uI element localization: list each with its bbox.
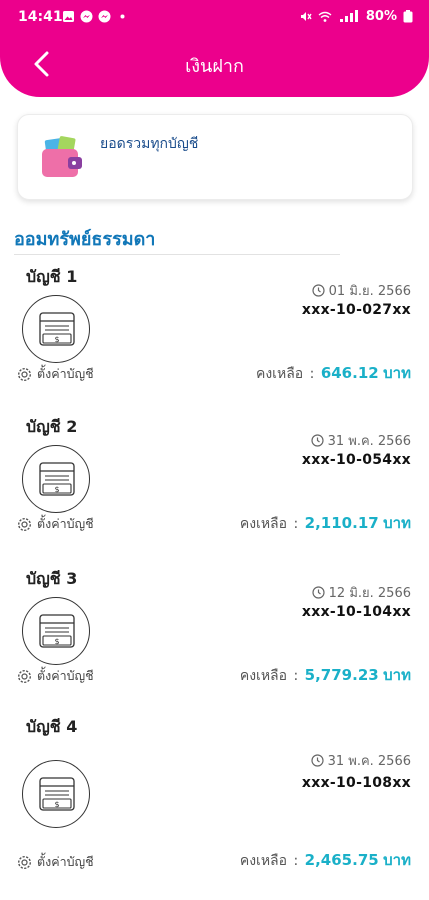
wifi-icon: [318, 11, 332, 22]
status-time: 14:41: [18, 9, 63, 25]
total-balance-label: ยอดรวมทุกบัญชี: [100, 136, 199, 152]
clock-icon: [312, 586, 325, 599]
bank-book-icon: $: [22, 295, 90, 363]
account-date-text: 12 มิ.ย. 2566: [328, 586, 411, 601]
account-number: xxx-10-104xx: [301, 604, 411, 620]
gear-icon: [17, 517, 32, 531]
account-settings-label: ตั้งค่าบัญชี: [37, 668, 94, 683]
messenger-icon: [80, 10, 93, 23]
account-balance: คงเหลือ : 5,779.23 บาท: [240, 663, 411, 687]
balance-label: คงเหลือ: [255, 366, 304, 382]
balance-colon: :: [309, 366, 315, 382]
account-settings-label: ตั้งค่าบัญชี: [37, 366, 94, 381]
balance-amount: 2,465.75: [304, 851, 379, 869]
account-date: 12 มิ.ย. 2566: [312, 582, 411, 603]
balance-colon: :: [293, 668, 299, 684]
bank-book-icon: $: [22, 760, 90, 828]
balance-currency: บาท: [383, 851, 411, 869]
bank-book-icon: $: [22, 597, 90, 665]
account-balance: คงเหลือ : 2,465.75 บาท: [240, 848, 411, 872]
account-date: 31 พ.ค. 2566: [310, 430, 411, 451]
account-name: บัญชี 1: [26, 267, 78, 286]
account-name: บัญชี 3: [26, 569, 78, 588]
balance-amount: 5,779.23: [304, 666, 379, 684]
balance-currency: บาท: [383, 666, 411, 684]
account-balance: คงเหลือ : 2,110.17 บาท: [240, 511, 411, 535]
account-date-text: 01 มิ.ย. 2566: [328, 284, 411, 299]
account-settings-button[interactable]: ตั้งค่าบัญชี: [17, 852, 94, 872]
svg-text:$: $: [54, 335, 59, 344]
status-right: 80%: [299, 9, 413, 24]
messenger-icon: [98, 10, 111, 23]
account-card[interactable]: บัญชี 2 $ 31 พ.ค. 2566 xxx-10-054xx ตั้ง…: [0, 415, 429, 565]
gallery-icon: [63, 11, 74, 22]
balance-label: คงเหลือ: [239, 516, 288, 532]
notification-icons: [62, 10, 129, 23]
total-balance-card[interactable]: ยอดรวมทุกบัญชี: [17, 114, 413, 200]
app-header: 14:41 80% เงินฝาก: [0, 0, 429, 97]
dot-icon: [120, 14, 125, 19]
page-title: เงินฝาก: [185, 56, 244, 77]
clock-icon: [312, 284, 325, 297]
account-number: xxx-10-054xx: [301, 452, 411, 468]
account-number: xxx-10-027xx: [301, 302, 411, 318]
account-date: 31 พ.ค. 2566: [310, 750, 411, 771]
svg-text:$: $: [54, 800, 59, 809]
account-number: xxx-10-108xx: [301, 775, 411, 791]
battery-percent: 80%: [365, 9, 397, 24]
gear-icon: [17, 367, 32, 381]
account-settings-label: ตั้งค่าบัญชี: [37, 516, 94, 531]
signal-icon: [339, 10, 358, 22]
mute-icon: [300, 12, 312, 21]
account-name: บัญชี 2: [26, 417, 78, 436]
account-settings-label: ตั้งค่าบัญชี: [37, 854, 94, 869]
section-divider: [14, 254, 340, 255]
balance-colon: :: [293, 516, 299, 532]
gear-icon: [17, 855, 32, 869]
account-settings-button[interactable]: ตั้งค่าบัญชี: [17, 364, 94, 384]
account-card[interactable]: บัญชี 1 $ 01 มิ.ย. 2566 xxx-10-027xx ตั้…: [0, 265, 429, 415]
battery-icon: [403, 10, 413, 23]
account-name: บัญชี 4: [26, 717, 78, 736]
gear-icon: [17, 669, 32, 683]
account-settings-button[interactable]: ตั้งค่าบัญชี: [17, 514, 94, 534]
bank-book-icon: $: [22, 445, 90, 513]
balance-currency: บาท: [383, 364, 411, 382]
balance-amount: 2,110.17: [304, 514, 379, 532]
balance-currency: บาท: [383, 514, 411, 532]
status-bar: 14:41 80%: [0, 0, 429, 36]
balance-label: คงเหลือ: [239, 668, 288, 684]
account-settings-button[interactable]: ตั้งค่าบัญชี: [17, 666, 94, 686]
svg-text:$: $: [54, 637, 59, 646]
account-balance: คงเหลือ : 646.12 บาท: [256, 361, 411, 385]
account-card[interactable]: บัญชี 3 $ 12 มิ.ย. 2566 xxx-10-104xx ตั้…: [0, 567, 429, 717]
svg-text:$: $: [54, 485, 59, 494]
balance-amount: 646.12: [320, 364, 379, 382]
balance-colon: :: [293, 853, 299, 869]
account-date-text: 31 พ.ค. 2566: [327, 434, 411, 449]
wallet-icon: [42, 136, 82, 177]
account-date: 01 มิ.ย. 2566: [312, 280, 411, 301]
section-title: ออมทรัพย์ธรรมดา: [14, 229, 156, 250]
account-date-text: 31 พ.ค. 2566: [327, 754, 411, 769]
balance-label: คงเหลือ: [239, 853, 288, 869]
clock-icon: [310, 754, 324, 767]
clock-icon: [310, 434, 324, 447]
account-card[interactable]: บัญชี 4 $ 31 พ.ค. 2566 xxx-10-108xx ตั้ง…: [0, 715, 429, 890]
